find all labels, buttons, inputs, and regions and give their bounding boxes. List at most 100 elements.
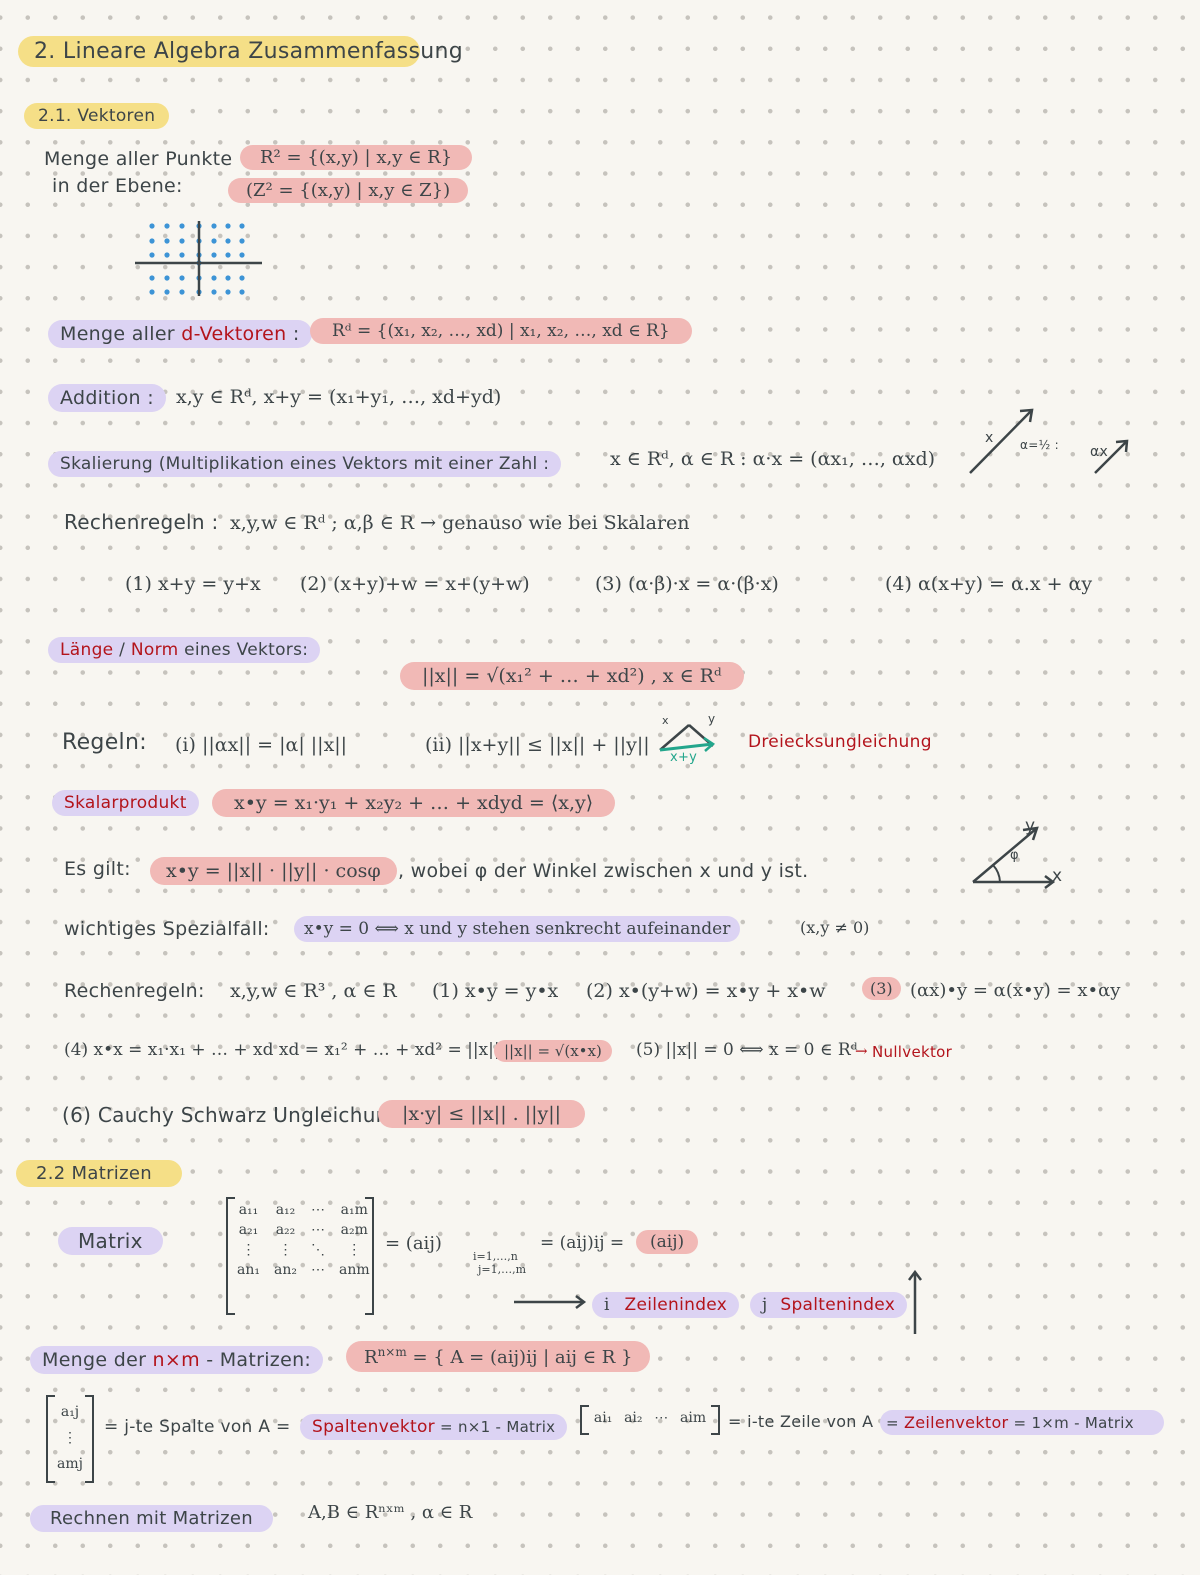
- zeilenvektor-dim: = 1×m - Matrix: [1008, 1414, 1134, 1432]
- row-index-letter: i: [604, 1295, 610, 1315]
- rule-4: (4) α(x+y) = α.x + αy: [885, 573, 1093, 595]
- lattice-point: [179, 223, 185, 229]
- z2-definition: (Z² = {(x,y) | x,y ∈ Z}): [228, 178, 469, 203]
- matrix-set-sup: n×m: [377, 1345, 407, 1359]
- matrix-set-base: R: [364, 1347, 378, 1368]
- row-vector-cell: aim: [680, 1410, 707, 1426]
- dot-rule-1: (1) x•y = y•x: [432, 980, 559, 1002]
- matrix-cell: ⋯: [310, 1262, 325, 1278]
- matrix-cell: ⋮: [278, 1242, 293, 1258]
- es-gilt-label: Es gilt:: [64, 858, 131, 880]
- norm-rules-label: Regeln:: [62, 730, 147, 755]
- dot-rule-3: (αx)•y = α(x•y) = x•αy: [910, 980, 1121, 1001]
- lattice-point: [179, 252, 185, 258]
- lattice-point: [211, 223, 217, 229]
- dot-rules-condition: x,y,w ∈ R³ , α ∈ R: [230, 980, 397, 1002]
- bracket-left: [46, 1395, 55, 1483]
- rule-2: (2) (x+y)+w = x+(y+w): [300, 573, 530, 595]
- column-vector-highlight: Spaltenvektor = n×1 - Matrix: [300, 1414, 568, 1440]
- matrix-sub-j: j=1,…,m: [478, 1263, 527, 1276]
- dot-rules-label: Rechenregeln:: [64, 980, 205, 1002]
- lattice-point: [211, 238, 217, 244]
- bracket-left: [580, 1405, 589, 1435]
- triangle-x-label: x: [662, 714, 669, 727]
- col-index-badge: j Spaltenindex: [750, 1292, 908, 1318]
- cauchy-schwarz-label: (6) Cauchy Schwarz Ungleichung: [62, 1103, 402, 1127]
- angle-y-label: y: [1025, 816, 1036, 836]
- row-index-badge: i Zeilenindex: [592, 1292, 740, 1318]
- matrix-eq2: = (aij)ij =: [540, 1233, 625, 1253]
- lattice-point: [239, 275, 245, 281]
- matrix-cell: ⋯: [310, 1222, 325, 1238]
- matrix-grid: a₁₁ a₁₂ ⋯ a₁m a₂₁ a₂₂ ⋯ a₂m ⋮ ⋮ ⋱ ⋮ an₁ an₂ ⋯ anm: [230, 1200, 377, 1280]
- rd-definition: Rᵈ = {(x₁, x₂, …, xd) | x₁, x₂, …, xd ∈ …: [310, 318, 692, 344]
- dot-rule-4: (4) x•x = x₁·x₁ + … + xd xd = x₁² + … + …: [64, 1040, 545, 1060]
- bracket-right: [85, 1395, 94, 1483]
- dvectors-label-suffix: :: [286, 323, 300, 345]
- rule-3: (3) (α·β)·x = α·(β·x): [595, 573, 779, 595]
- lattice-point: [179, 275, 185, 281]
- dot-rule-5: (5) ||x|| = 0 ⟺ x = 0 ∈ Rᵈ: [636, 1040, 858, 1060]
- matrix-cell: a₁₁: [238, 1202, 259, 1218]
- norm-label: Länge / Norm eines Vektors:: [48, 637, 321, 663]
- matrix-eq: = (aij): [385, 1233, 442, 1254]
- column-vector: a₁j ⋮ amj: [46, 1395, 94, 1483]
- matrix-cell: an₁: [237, 1262, 260, 1278]
- nullvector-label: Nullvektor: [872, 1043, 953, 1061]
- triangle-inequality-name: Dreiecksungleichung: [748, 732, 932, 752]
- es-gilt-rest: , wobei φ der Winkel zwischen x und y is…: [398, 860, 809, 882]
- matrix-sub-i: i=1,…,n: [473, 1250, 518, 1263]
- lattice-point: [225, 252, 231, 258]
- lattice-point: [149, 223, 155, 229]
- matrix-row: ⋮ ⋮ ⋱ ⋮: [230, 1240, 377, 1260]
- col-index-arrow: [908, 1269, 922, 1334]
- matrix-cell: a₂₂: [275, 1222, 296, 1238]
- points-label-line1: Menge aller Punkte: [44, 148, 233, 170]
- row-vector-cell: ai₂: [624, 1410, 643, 1426]
- lattice-point: [239, 238, 245, 244]
- dot-product-label: Skalarprodukt: [52, 790, 199, 816]
- dvectors-label-red: d-Vektoren: [181, 323, 287, 345]
- section-heading-vectors: 2.1. Vektoren: [24, 103, 170, 129]
- matrix-calc-label: Rechnen mit Matrizen: [30, 1505, 273, 1532]
- matrix-cell: a₂₁: [238, 1222, 259, 1238]
- norm-label-norm: Norm: [130, 640, 179, 660]
- page-title: 2. Lineare Algebra Zusammenfassung: [18, 36, 463, 67]
- points-label-line2: in der Ebene:: [52, 175, 183, 197]
- triangle-y-label: y: [708, 712, 716, 726]
- norm-rule-ii: (ii) ||x+y|| ≤ ||x|| + ||y||: [425, 734, 650, 756]
- lattice-point: [211, 289, 217, 295]
- norm-label-rest: eines Vektors:: [178, 640, 309, 660]
- notes-page: { "title": "2. Lineare Algebra Zusammenf…: [0, 0, 1200, 1575]
- matrix-row: a₂₁ a₂₂ ⋯ a₂m: [230, 1220, 377, 1240]
- scaling-x-label: x: [985, 430, 994, 446]
- cauchy-schwarz-formula: |x·y| ≤ ||x|| . ||y||: [378, 1100, 586, 1128]
- integer-lattice-sketch: [135, 221, 262, 296]
- norm-label-length: Länge: [60, 640, 114, 660]
- lattice-point: [179, 238, 185, 244]
- norm-label-sep: /: [113, 640, 131, 660]
- row-vector-text: = i-te Zeile von A: [728, 1412, 874, 1431]
- dvectors-label-prefix: Menge aller: [60, 323, 182, 345]
- matrix-cell: an₂: [273, 1262, 297, 1278]
- matrix-set-rest: = { A = (aij)ij | aij ∈ R }: [406, 1347, 633, 1368]
- lattice-point: [225, 289, 231, 295]
- lattice-point: [239, 252, 245, 258]
- lattice-point: [164, 275, 170, 281]
- lattice-point: [149, 289, 155, 295]
- lattice-point: [164, 223, 170, 229]
- addition-label: Addition :: [48, 384, 166, 412]
- lattice-point: [164, 252, 170, 258]
- lattice-point: [225, 238, 231, 244]
- lattice-point: [211, 252, 217, 258]
- dvectors-label: Menge aller d-Vektoren :: [48, 320, 312, 348]
- col-index-letter: j: [762, 1295, 768, 1315]
- matrix-set-label: Menge der n×m - Matrizen:: [30, 1346, 324, 1374]
- scaling-alpha-label: α=½ :: [1020, 438, 1059, 452]
- matrix-cell: ⋯: [310, 1202, 325, 1218]
- scaling-formula: x ∈ Rᵈ, α ∈ R : α·x = (αx₁, …, αxd): [610, 448, 936, 470]
- lattice-point: [149, 238, 155, 244]
- lattice-point: [225, 275, 231, 281]
- matrix-set-formula: Rn×m = { A = (aij)ij | aij ∈ R }: [346, 1341, 651, 1372]
- matrix-cell: ⋮: [241, 1242, 256, 1258]
